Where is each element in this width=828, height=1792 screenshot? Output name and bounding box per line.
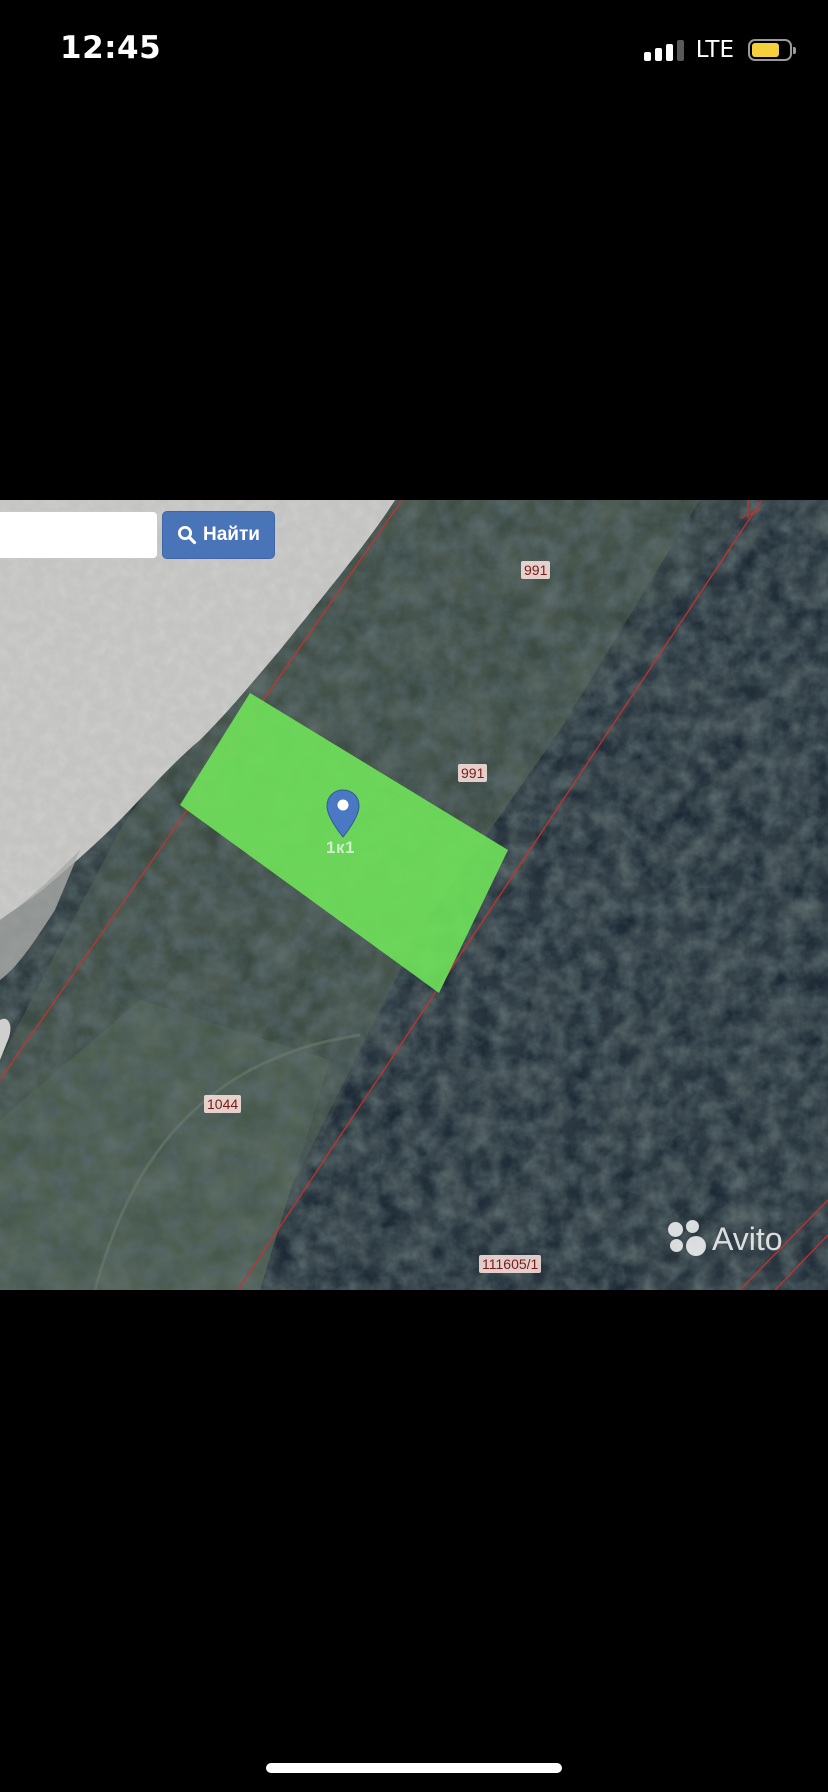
- parcel-label: 991: [521, 561, 551, 579]
- satellite-map[interactable]: [0, 500, 828, 1290]
- search-input[interactable]: [0, 511, 158, 559]
- search-icon: [178, 526, 197, 545]
- parcel-label: 991: [458, 764, 488, 782]
- status-bar: 12:45 LTE: [0, 0, 828, 100]
- status-indicators: LTE: [643, 36, 796, 64]
- battery-level: [752, 43, 779, 57]
- search-button-label: Найти: [203, 524, 260, 545]
- watermark-text: Avito: [712, 1220, 783, 1257]
- avito-watermark: Avito: [668, 1220, 783, 1258]
- signal-strength-icon: [643, 39, 684, 61]
- home-indicator[interactable]: [266, 1763, 562, 1773]
- network-type: LTE: [695, 37, 734, 63]
- search-button[interactable]: Найти: [162, 511, 275, 559]
- parcel-label: 1044: [204, 1095, 242, 1113]
- map-imagery: [0, 500, 828, 1290]
- map-pin-icon[interactable]: [325, 789, 361, 839]
- avito-logo-icon: [668, 1220, 706, 1258]
- status-time: 12:45: [60, 30, 162, 66]
- parcel-marker-label: 1к1: [326, 838, 355, 857]
- battery-icon: [748, 39, 796, 61]
- parcel-label: 111605/1: [479, 1255, 542, 1273]
